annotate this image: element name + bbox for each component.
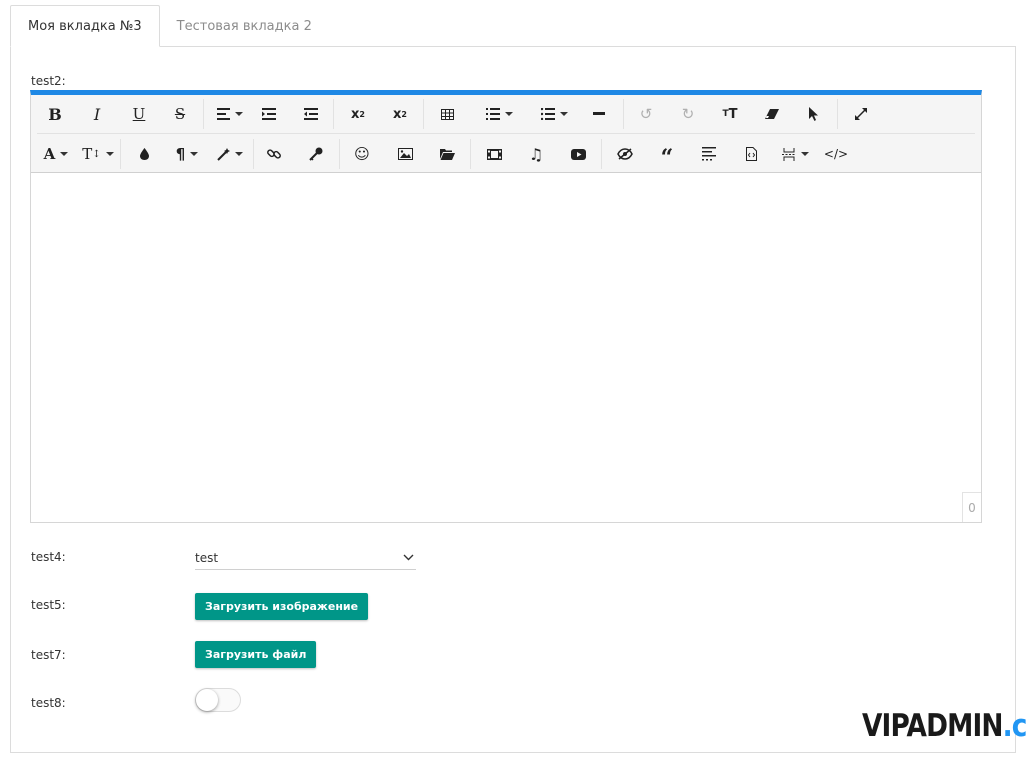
italic-icon[interactable]: I (87, 99, 107, 129)
text-case-icon[interactable]: TT (720, 99, 740, 129)
youtube-icon[interactable] (568, 139, 588, 169)
horizontal-rule-icon[interactable] (589, 99, 609, 129)
strikethrough-icon[interactable]: S (170, 99, 190, 129)
hidden-eye-icon[interactable] (615, 139, 635, 169)
watermark-text: VIPADMIN (862, 708, 1003, 744)
image-icon[interactable] (395, 139, 415, 169)
smiley-icon[interactable]: ☺ (352, 139, 372, 169)
magic-wand-icon[interactable] (213, 139, 247, 169)
tab-test-tab-2[interactable]: Тестовая вкладка 2 (160, 5, 329, 47)
upload-image-button[interactable]: Загрузить изображение (195, 593, 369, 620)
test5-label: test5: (31, 598, 66, 612)
indent-icon[interactable] (259, 99, 279, 129)
key-icon[interactable] (306, 139, 326, 169)
folder-open-icon[interactable] (437, 139, 457, 169)
underline-icon[interactable]: U (129, 99, 149, 129)
tab-my-tab-3[interactable]: Моя вкладка №3 (10, 5, 160, 47)
unordered-list-icon[interactable] (534, 99, 574, 129)
file-code-icon[interactable] (741, 139, 761, 169)
test7-label: test7: (31, 648, 66, 662)
superscript-icon[interactable]: x2 (389, 99, 411, 129)
upload-file-button[interactable]: Загрузить файл (195, 641, 317, 668)
undo-icon[interactable]: ↺ (636, 99, 656, 129)
bold-icon[interactable]: B (45, 99, 65, 129)
test8-toggle[interactable] (195, 688, 241, 712)
link-icon[interactable] (264, 139, 284, 169)
fullscreen-icon[interactable] (851, 99, 871, 129)
table-icon[interactable] (437, 99, 457, 129)
editor-toolbar: B I U S x2 x2 ↺ ↻ TT A T ↕ ¶ ☺ ♫ “ </> (31, 95, 981, 173)
test4-selected-value: test (195, 550, 219, 565)
eraser-icon[interactable] (762, 99, 782, 129)
outdent-icon[interactable] (301, 99, 321, 129)
toggle-knob (196, 689, 218, 711)
test4-label: test4: (31, 550, 66, 564)
ordered-list-icon[interactable] (479, 99, 519, 129)
music-note-icon[interactable]: ♫ (526, 139, 546, 169)
video-film-icon[interactable] (484, 139, 504, 169)
test4-select[interactable]: test (195, 546, 416, 570)
paragraph-icon[interactable]: ¶ (171, 139, 203, 169)
source-code-icon[interactable]: </> (824, 139, 848, 169)
rich-text-editor: B I U S x2 x2 ↺ ↻ TT A T ↕ ¶ ☺ ♫ “ </> 0 (30, 90, 982, 523)
char-counter: 0 (962, 492, 981, 522)
chevron-down-icon (403, 554, 414, 561)
page-break-icon[interactable] (778, 139, 812, 169)
subscript-icon[interactable]: x2 (347, 99, 369, 129)
quote-icon[interactable]: “ (657, 139, 677, 171)
test8-label: test8: (31, 696, 66, 710)
tab-bar: Моя вкладка №3 Тестовая вкладка 2 (10, 5, 329, 47)
editor-label: test2: (31, 74, 66, 88)
text-lines-icon[interactable] (699, 139, 719, 169)
font-color-icon[interactable]: A (39, 139, 73, 169)
font-size-icon[interactable]: T ↕ (81, 139, 115, 169)
watermark-logo: VIPADMIN.club (862, 708, 1027, 744)
editor-content-area[interactable] (31, 173, 981, 522)
select-pointer-icon[interactable] (804, 99, 824, 129)
redo-icon[interactable]: ↻ (678, 99, 698, 129)
watermark-domain: .club (1002, 708, 1027, 744)
ink-drop-icon[interactable] (134, 139, 154, 169)
align-icon[interactable] (214, 99, 246, 129)
